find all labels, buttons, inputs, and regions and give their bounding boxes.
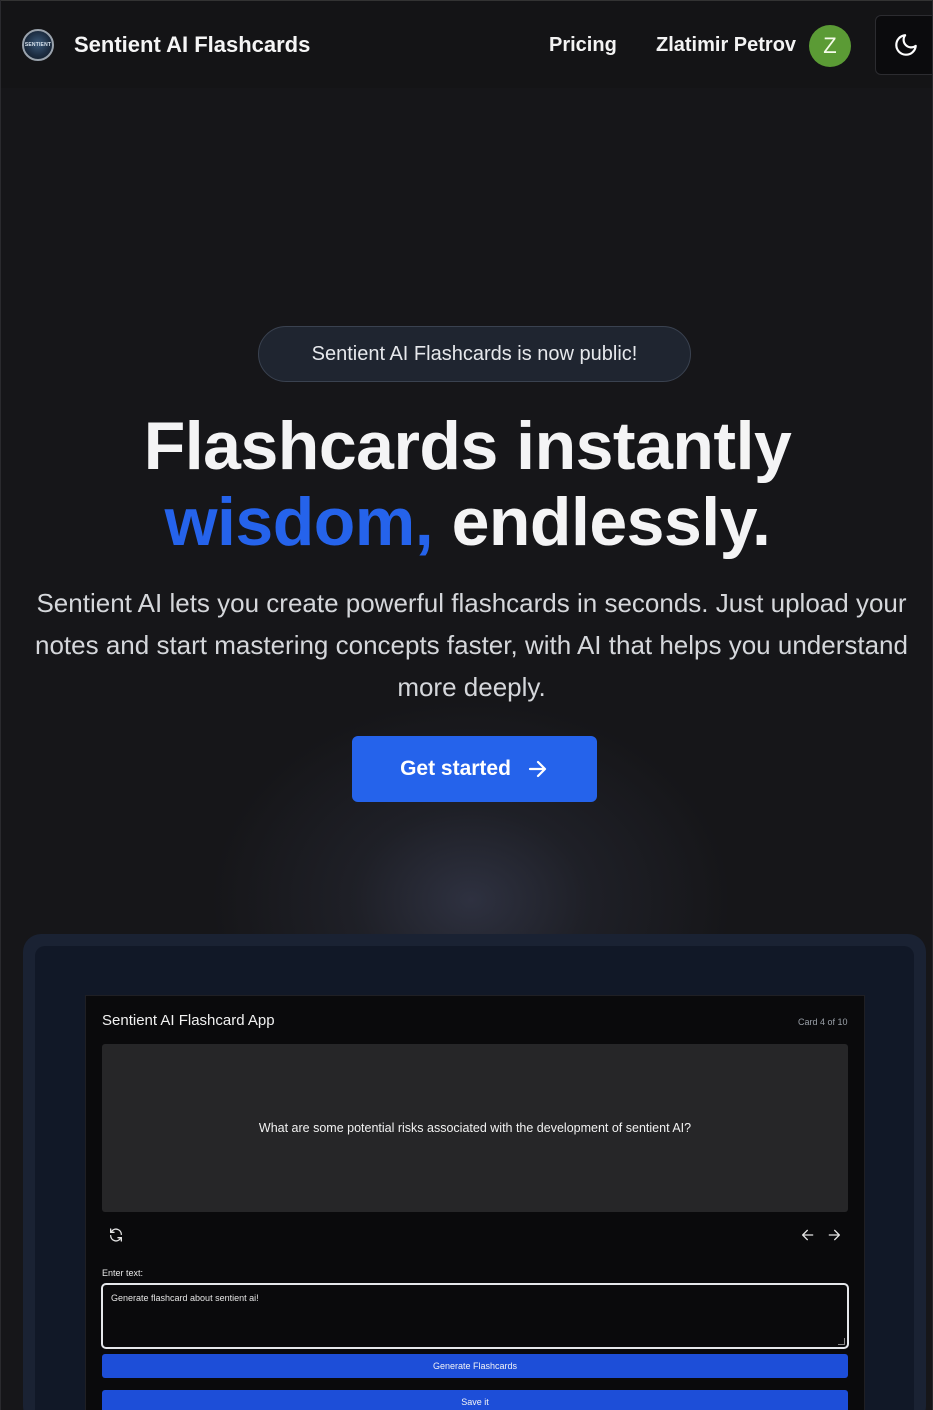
generate-flashcards-button[interactable]: Generate Flashcards — [102, 1354, 848, 1378]
next-card-icon[interactable] — [826, 1227, 842, 1243]
prompt-value: Generate flashcard about sentient ai! — [111, 1293, 259, 1303]
logo-icon[interactable]: SENTIENT — [22, 29, 54, 61]
headline-line-2: wisdom, endlessly. — [1, 484, 932, 560]
resize-handle[interactable] — [838, 1338, 845, 1345]
prev-card-icon[interactable] — [800, 1227, 816, 1243]
brand-name[interactable]: Sentient AI Flashcards — [74, 32, 310, 58]
hero-subtitle: Sentient AI lets you create powerful fla… — [35, 588, 908, 702]
nav-link-pricing[interactable]: Pricing — [549, 34, 617, 57]
headline-rest: endlessly. — [433, 484, 771, 560]
announcement-badge: Sentient AI Flashcards is now public! — [258, 326, 691, 382]
landing-page: SENTIENT Sentient AI Flashcards Pricing … — [0, 0, 933, 1410]
arrow-right-icon — [528, 760, 547, 778]
logo-text: SENTIENT — [24, 42, 52, 48]
avatar[interactable]: Z — [809, 25, 851, 67]
get-started-label: Get started — [400, 757, 511, 780]
theme-toggle-button[interactable] — [875, 15, 932, 75]
headline-line-1: Flashcards instantly — [143, 408, 792, 484]
prompt-textarea[interactable]: Generate flashcard about sentient ai! — [101, 1283, 849, 1349]
user-name[interactable]: Zlatimir Petrov — [656, 34, 796, 57]
navbar: SENTIENT Sentient AI Flashcards Pricing … — [1, 0, 932, 88]
card-counter: Card 4 of 10 — [798, 1017, 848, 1027]
input-label: Enter text: — [102, 1268, 144, 1278]
get-started-button[interactable]: Get started — [352, 736, 597, 802]
app-title: Sentient AI Flashcard App — [102, 1012, 275, 1029]
headline-accent: wisdom, — [164, 484, 434, 560]
refresh-icon[interactable] — [108, 1227, 124, 1243]
hero-headline: Flashcards instantly wisdom, endlessly. — [1, 408, 932, 560]
moon-icon — [895, 34, 917, 56]
save-button[interactable]: Save it — [102, 1390, 848, 1410]
flashcard[interactable]: What are some potential risks associated… — [102, 1044, 848, 1212]
flashcard-question: What are some potential risks associated… — [258, 1121, 692, 1135]
